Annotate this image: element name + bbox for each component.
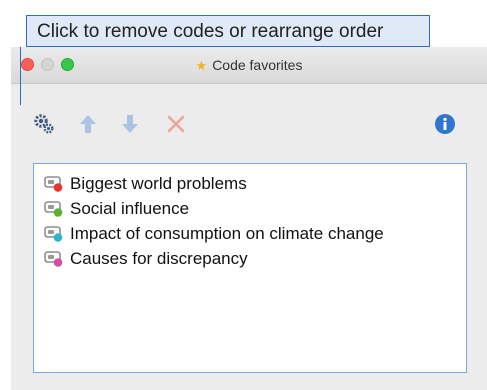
window-title: Code favorites [212, 57, 303, 73]
list-item-code[interactable]: Social influence [44, 197, 189, 221]
code-icon [44, 175, 64, 193]
move-up-button[interactable] [77, 113, 99, 135]
title-bar: ★ Code favorites [11, 47, 487, 84]
arrow-down-icon [122, 115, 138, 133]
code-label: Biggest world problems [70, 174, 247, 193]
list-item-code[interactable]: Biggest world problems [44, 172, 247, 196]
code-icon [44, 225, 64, 243]
code-settings-button[interactable] [33, 113, 55, 135]
code-label: Impact of consumption on climate change [70, 224, 384, 243]
star-icon: ★ [195, 58, 208, 73]
remove-code-button[interactable] [165, 113, 187, 135]
move-down-button[interactable] [119, 113, 141, 135]
code-favorites-window: ★ Code favorites Biggest world problems … [11, 47, 487, 390]
code-label: Causes for discrepancy [70, 249, 248, 268]
toolbar [11, 83, 487, 163]
info-button[interactable] [434, 113, 456, 135]
favorite-codes-list[interactable]: Biggest world problems Social influence [33, 163, 467, 373]
arrow-up-icon [80, 115, 96, 133]
callout-pointer-line [20, 47, 21, 105]
code-settings-icon [34, 114, 54, 134]
code-icon [44, 250, 64, 268]
code-icon [44, 200, 64, 218]
info-icon [435, 114, 455, 134]
tooltip-callout: Click to remove codes or rearrange order [26, 15, 430, 47]
list-item-code[interactable]: Causes for discrepancy [44, 247, 248, 271]
callout-text: Click to remove codes or rearrange order [37, 21, 384, 42]
code-label: Social influence [70, 199, 190, 218]
list-item-code[interactable]: Impact of consumption on climate change [44, 222, 384, 246]
remove-icon [167, 115, 185, 133]
